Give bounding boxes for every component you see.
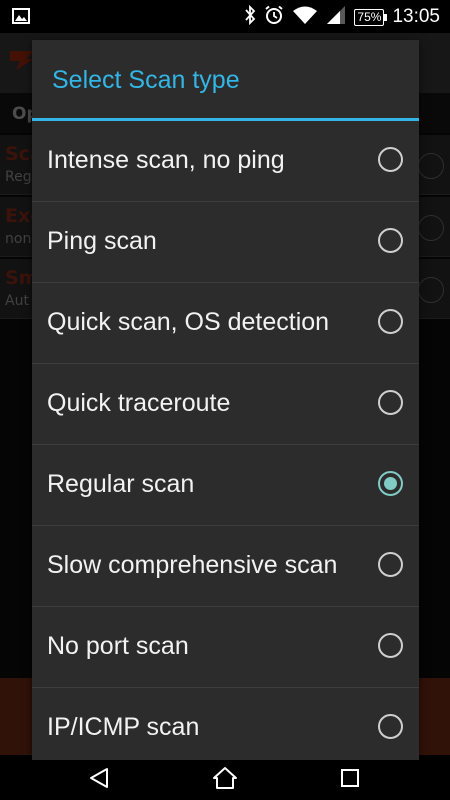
scan-option-quick-traceroute[interactable]: Quick traceroute: [32, 364, 419, 445]
option-label: No port scan: [47, 632, 189, 660]
scan-option-intense-no-ping[interactable]: Intense scan, no ping: [32, 121, 419, 202]
option-label: Quick scan, OS detection: [47, 308, 330, 336]
option-label: Quick traceroute: [47, 389, 231, 417]
radio-checked-icon[interactable]: [378, 471, 403, 496]
radio-unchecked-icon[interactable]: [378, 309, 403, 334]
image-notification-icon: [12, 8, 30, 28]
option-label: IP/ICMP scan: [47, 713, 200, 741]
wifi-icon: [292, 5, 318, 29]
back-icon[interactable]: [82, 761, 116, 795]
scan-option-ip-icmp[interactable]: IP/ICMP scan: [32, 688, 419, 760]
scan-type-dialog: Select Scan type Intense scan, no ping P…: [32, 40, 419, 760]
radio-unchecked-icon[interactable]: [378, 633, 403, 658]
radio-unchecked-icon[interactable]: [378, 390, 403, 415]
radio-unchecked-icon[interactable]: [378, 147, 403, 172]
home-icon[interactable]: [208, 761, 242, 795]
option-label: Slow comprehensive scan: [47, 551, 338, 579]
scan-option-slow-comprehensive[interactable]: Slow comprehensive scan: [32, 526, 419, 607]
navigation-bar: [0, 755, 450, 800]
option-label: Regular scan: [47, 470, 195, 498]
bluetooth-icon: [244, 4, 256, 29]
scan-option-no-port[interactable]: No port scan: [32, 607, 419, 688]
battery-icon: 75%: [354, 8, 388, 26]
scan-option-regular[interactable]: Regular scan: [32, 445, 419, 526]
alarm-icon: [264, 5, 284, 29]
status-bar: 75% 13:05: [0, 0, 450, 33]
option-label: Intense scan, no ping: [47, 146, 285, 174]
radio-unchecked-icon[interactable]: [378, 552, 403, 577]
scan-option-ping[interactable]: Ping scan: [32, 202, 419, 283]
recents-icon[interactable]: [333, 761, 367, 795]
scan-option-quick-os-detection[interactable]: Quick scan, OS detection: [32, 283, 419, 364]
radio-unchecked-icon[interactable]: [378, 714, 403, 739]
signal-icon: [326, 5, 346, 29]
clock: 13:05: [392, 6, 440, 27]
option-label: Ping scan: [47, 227, 157, 255]
dialog-title: Select Scan type: [52, 66, 240, 94]
radio-unchecked-icon[interactable]: [378, 228, 403, 253]
